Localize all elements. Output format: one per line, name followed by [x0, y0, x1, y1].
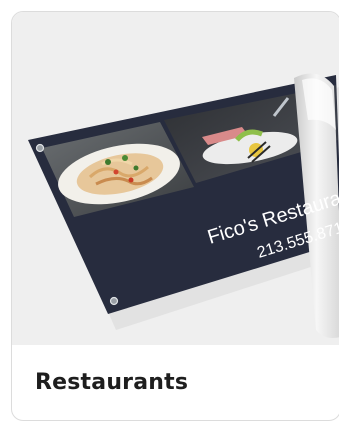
product-card-restaurants[interactable]: Fico's Restaurant 213.555.8711 Restauran… — [11, 11, 339, 421]
banner-illustration: Fico's Restaurant 213.555.8711 — [28, 73, 339, 338]
product-image[interactable]: Fico's Restaurant 213.555.8711 — [12, 12, 339, 345]
card-title[interactable]: Restaurants — [35, 370, 188, 395]
